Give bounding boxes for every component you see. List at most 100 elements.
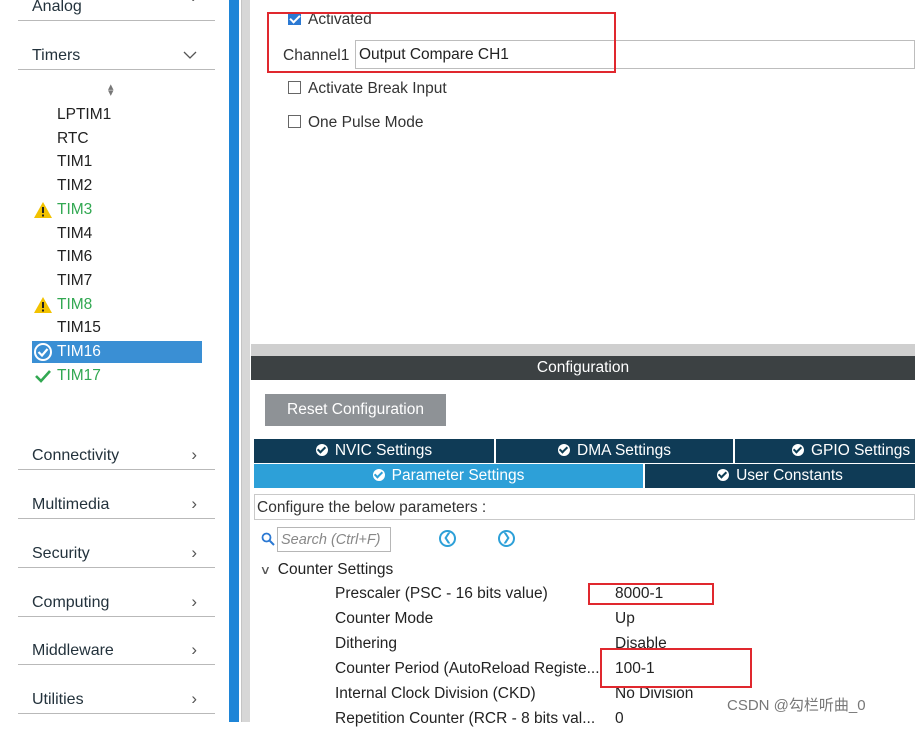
activated-label: Activated — [308, 11, 372, 28]
sidebar: Analog › Timers ▴▾ LPTIM1 RTC TIM1 TIM2 TIM3… — [0, 0, 241, 722]
peripheral-item-tim16[interactable]: TIM16 — [32, 341, 202, 363]
activated-checkbox-row[interactable]: Activated — [288, 11, 372, 29]
description-text: Configure the below parameters : — [257, 499, 487, 516]
search-placeholder: Search (Ctrl+F) — [281, 532, 381, 548]
horizontal-splitter[interactable] — [251, 344, 915, 356]
category-label: Middleware — [32, 642, 114, 659]
parameter-value[interactable]: 0 — [615, 710, 624, 728]
category-timers[interactable]: Timers — [18, 40, 215, 70]
tab-user-constants[interactable]: User Constants — [645, 464, 915, 488]
previous-result-icon[interactable]: ❮ — [439, 530, 456, 547]
category-label: Security — [32, 545, 90, 562]
parameter-name: Counter Mode — [335, 610, 434, 627]
search-input[interactable]: Search (Ctrl+F) — [277, 527, 391, 552]
peripheral-item-tim7[interactable]: TIM7 — [32, 270, 202, 292]
parameter-name: Internal Clock Division (CKD) — [335, 685, 536, 702]
one-pulse-checkbox[interactable] — [288, 115, 301, 128]
category-computing[interactable]: Computing › — [18, 587, 215, 617]
warning-icon — [34, 296, 52, 313]
tab-parameter-settings[interactable]: Parameter Settings — [254, 464, 643, 488]
peripheral-label: TIM1 — [57, 153, 93, 171]
tab-label: NVIC Settings — [334, 442, 433, 459]
chevron-right-icon: › — [191, 592, 197, 611]
tab-label: Parameter Settings — [391, 467, 525, 484]
peripheral-label: TIM16 — [57, 343, 101, 360]
parameter-name: Repetition Counter (RCR - 8 bits val... — [335, 710, 596, 727]
category-label: Timers — [32, 47, 81, 64]
peripheral-item-lptim1[interactable]: LPTIM1 — [32, 104, 202, 126]
parameter-name: Prescaler (PSC - 16 bits value) — [335, 585, 548, 602]
parameter-name: Dithering — [335, 635, 398, 652]
category-multimedia[interactable]: Multimedia › — [18, 489, 215, 519]
parameter-row[interactable]: Counter Period (AutoReload Registe... 100… — [251, 658, 915, 683]
peripheral-label: TIM7 — [57, 271, 93, 289]
vertical-splitter[interactable] — [241, 0, 250, 722]
configuration-title: Configuration — [251, 356, 915, 380]
break-input-checkbox-row[interactable]: Activate Break Input — [288, 80, 447, 98]
peripheral-item-tim17[interactable]: TIM17 — [32, 365, 202, 387]
chevron-down-icon: ∨ — [259, 563, 272, 577]
peripheral-item-tim6[interactable]: TIM6 — [32, 246, 202, 268]
peripheral-label: TIM17 — [57, 366, 101, 384]
counter-settings-group[interactable]: ∨ Counter Settings — [259, 561, 394, 579]
peripheral-label: TIM3 — [57, 200, 93, 218]
parameter-row[interactable]: Counter Mode Up — [251, 608, 915, 633]
parameter-value[interactable]: 100-1 — [615, 660, 655, 678]
check-circle-icon — [372, 469, 385, 481]
reset-configuration-button[interactable]: Reset Configuration — [265, 394, 446, 426]
tab-label: User Constants — [736, 467, 843, 484]
search-icon — [261, 532, 275, 546]
tab-label: DMA Settings — [577, 442, 671, 459]
chevron-right-icon: › — [191, 640, 197, 659]
chevron-right-icon: › — [191, 0, 197, 7]
check-circle-icon — [34, 343, 52, 361]
chevron-right-icon: › — [191, 445, 197, 464]
category-middleware[interactable]: Middleware › — [18, 635, 215, 665]
peripheral-item-tim15[interactable]: TIM15 — [32, 317, 202, 339]
parameter-value[interactable]: 8000-1 — [615, 585, 663, 603]
check-circle-icon — [315, 444, 328, 456]
one-pulse-checkbox-row[interactable]: One Pulse Mode — [288, 114, 423, 132]
parameter-row[interactable]: Dithering Disable — [251, 633, 915, 658]
sidebar-scrollbar[interactable] — [229, 0, 239, 722]
category-label: Connectivity — [32, 447, 120, 464]
parameter-row[interactable]: Prescaler (PSC - 16 bits value) 8000-1 — [251, 583, 915, 608]
peripheral-item-rtc[interactable]: RTC — [32, 128, 202, 150]
peripheral-label: TIM4 — [57, 224, 93, 242]
tab-dma-settings[interactable]: DMA Settings — [496, 439, 733, 463]
category-label: Multimedia — [32, 496, 110, 513]
channel-select[interactable]: Output Compare CH1 — [355, 40, 915, 69]
mode-panel: Activated Channel1 Output Compare CH1 Ac… — [251, 0, 915, 344]
parameter-name: Counter Period (AutoReload Registe... — [335, 660, 600, 677]
peripheral-item-tim1[interactable]: TIM1 — [32, 151, 202, 173]
watermark: CSDN @勾栏听曲_0 — [727, 697, 866, 714]
break-input-checkbox[interactable] — [288, 81, 301, 94]
parameter-value[interactable]: Disable — [615, 635, 667, 653]
parameter-value[interactable]: Up — [615, 610, 635, 628]
peripheral-item-tim2[interactable]: TIM2 — [32, 175, 202, 197]
check-icon — [35, 369, 51, 383]
category-connectivity[interactable]: Connectivity › — [18, 440, 215, 470]
chevron-down-icon — [183, 45, 197, 65]
peripheral-label: RTC — [57, 129, 89, 147]
peripheral-item-tim3[interactable]: TIM3 — [32, 199, 202, 221]
category-utilities[interactable]: Utilities › — [18, 684, 215, 714]
one-pulse-label: One Pulse Mode — [308, 114, 424, 131]
category-security[interactable]: Security › — [18, 538, 215, 568]
sort-icon[interactable]: ▴ ▾ — [108, 82, 114, 99]
category-analog[interactable]: Analog › — [18, 0, 215, 21]
next-result-icon[interactable]: ❯ — [498, 530, 515, 547]
peripheral-item-tim4[interactable]: TIM4 — [32, 223, 202, 245]
channel-label: Channel1 — [283, 47, 350, 64]
peripheral-label: TIM8 — [57, 295, 93, 313]
check-circle-icon — [558, 444, 571, 456]
activated-checkbox[interactable] — [288, 12, 301, 25]
tab-nvic-settings[interactable]: NVIC Settings — [254, 439, 494, 463]
peripheral-label: TIM15 — [57, 319, 101, 337]
parameter-value[interactable]: No Division — [615, 685, 693, 703]
tab-label: GPIO Settings — [811, 442, 911, 459]
peripheral-item-tim8[interactable]: TIM8 — [32, 294, 202, 316]
break-input-label: Activate Break Input — [308, 80, 447, 97]
tab-gpio-settings[interactable]: GPIO Settings — [735, 439, 915, 463]
chevron-right-icon: › — [191, 689, 197, 708]
